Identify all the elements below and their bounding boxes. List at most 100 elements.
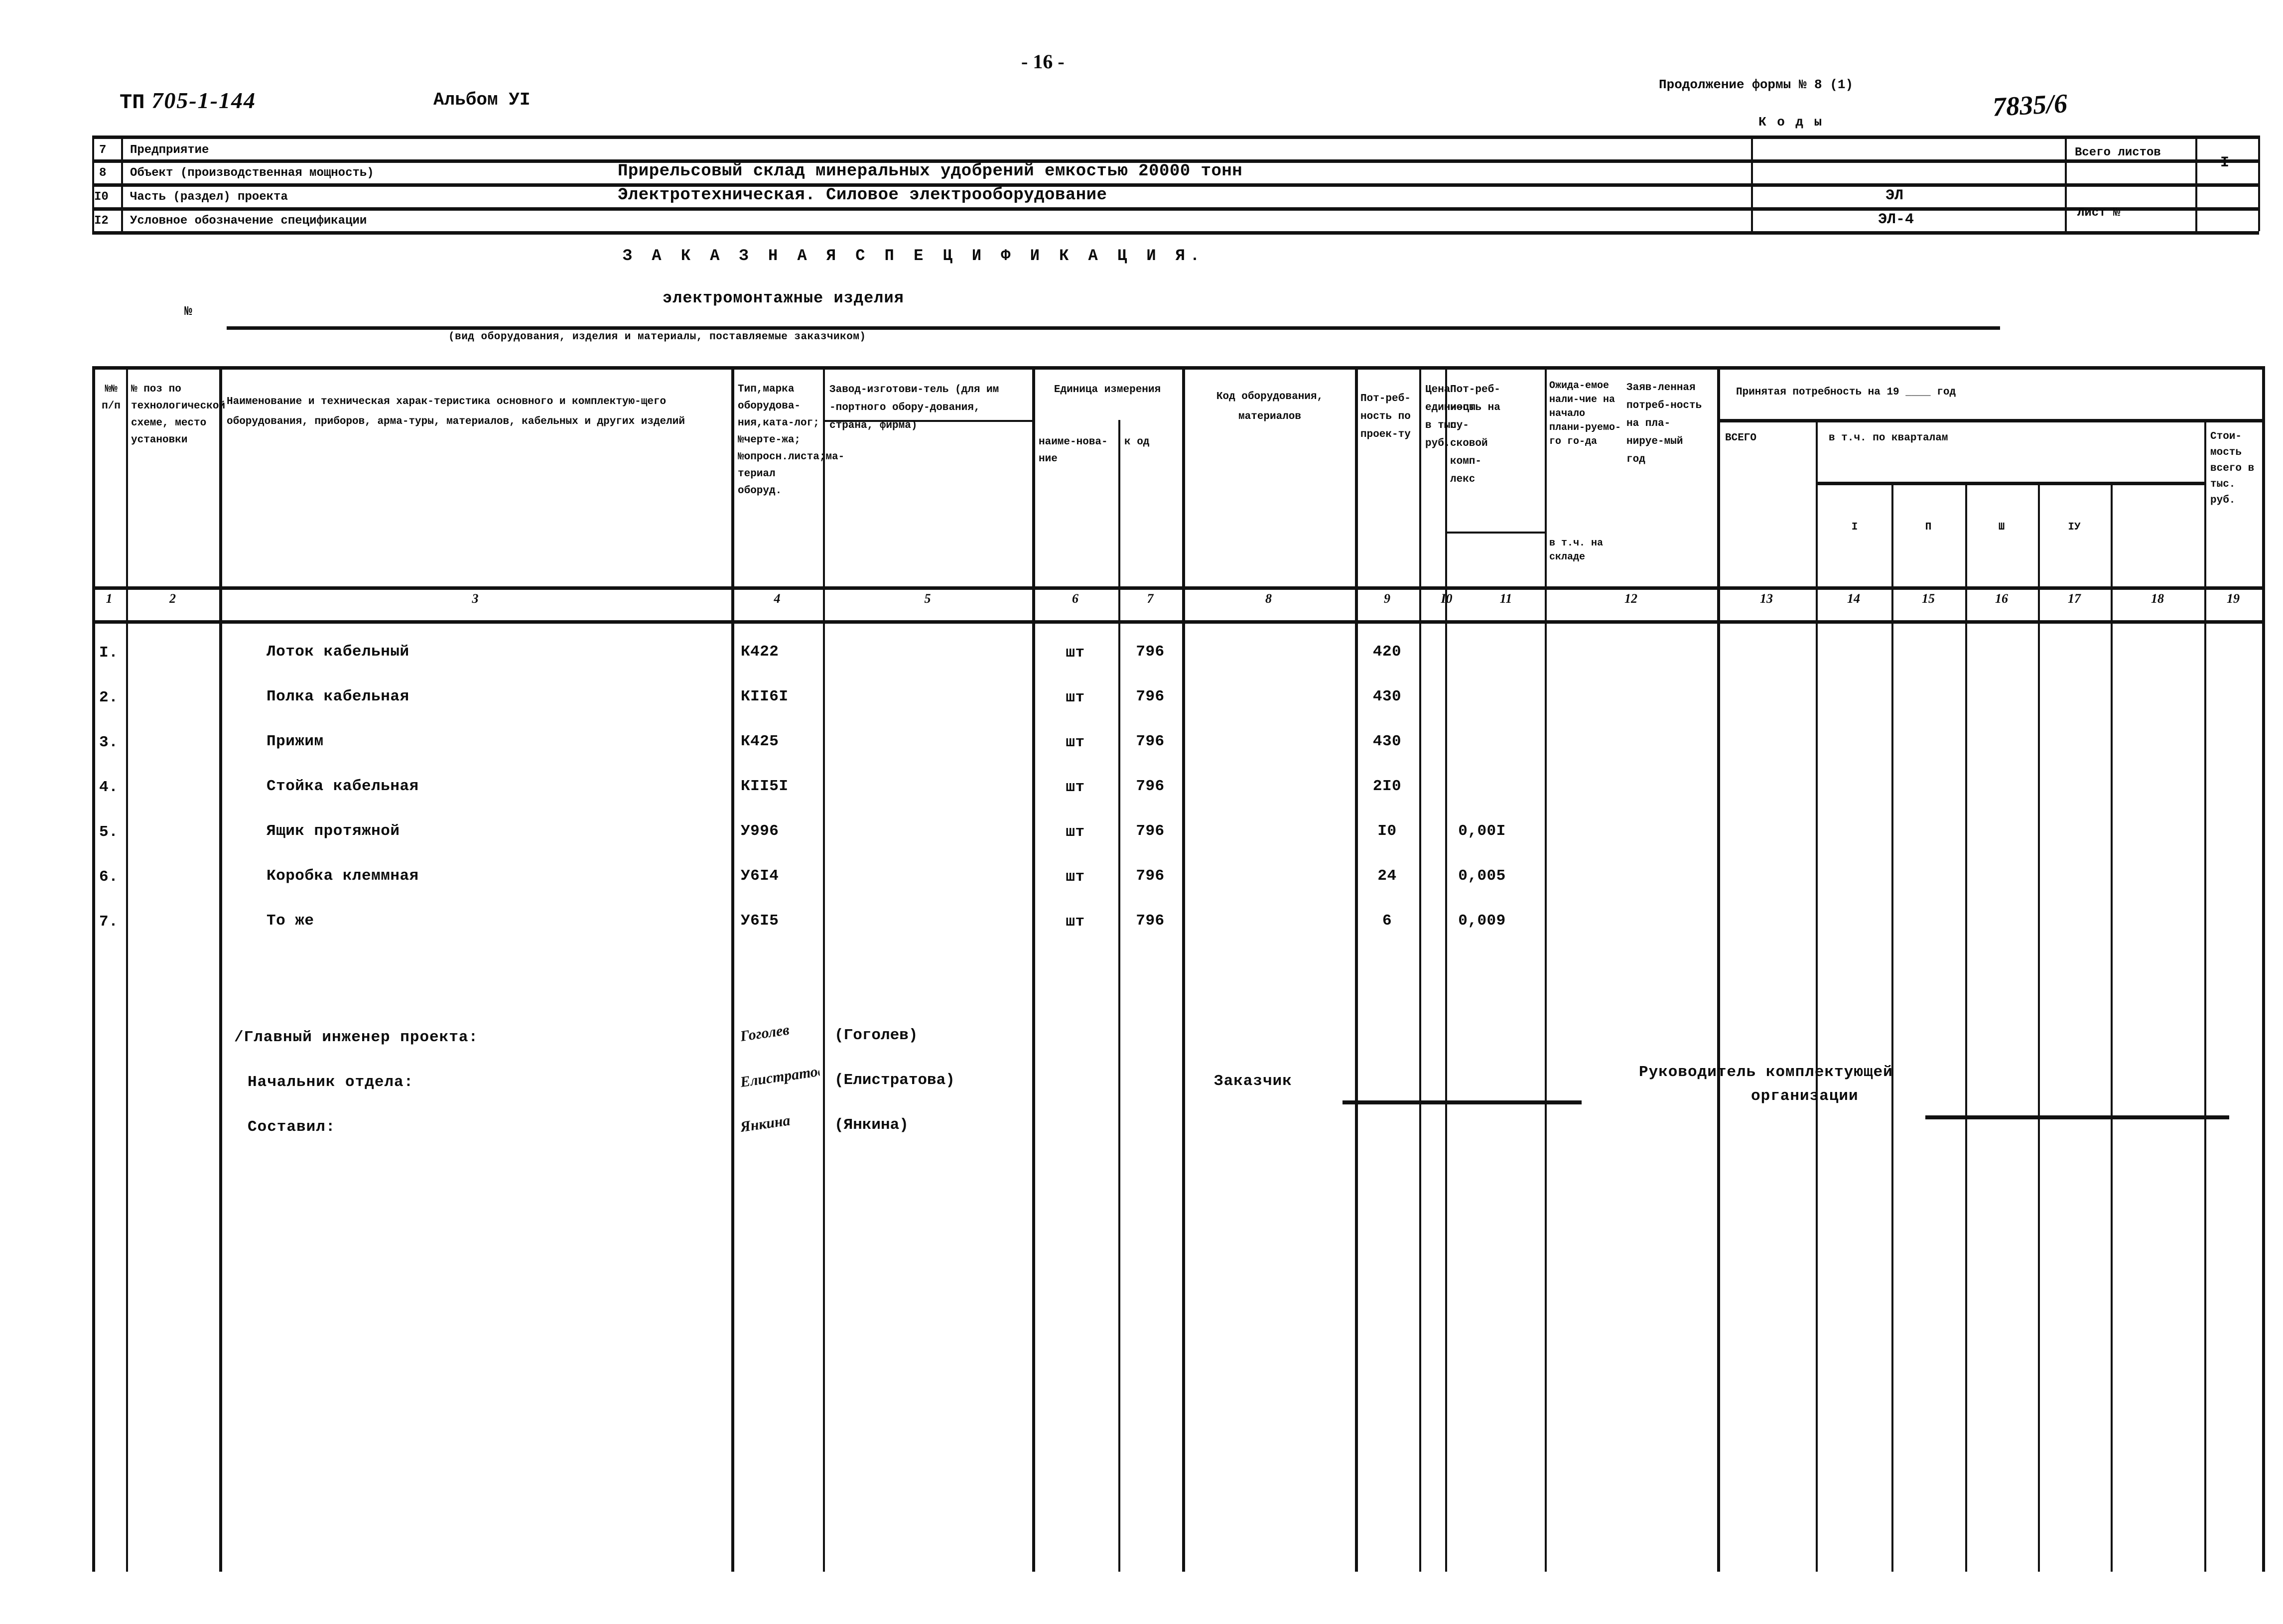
supplier-signature-line bbox=[1925, 1115, 2229, 1119]
table-row: Прижим bbox=[267, 733, 324, 750]
table-row: 0,00I bbox=[1458, 822, 1506, 840]
info-code-el-4: ЭЛ-4 bbox=[1878, 211, 1914, 228]
th-total-cost: Стои-мость всего в тыс. руб. bbox=[2210, 431, 2255, 506]
total-sheets-label-text: Всего листов bbox=[2075, 146, 2161, 159]
col-number: 15 bbox=[1922, 591, 1935, 606]
table-row: шт bbox=[1066, 734, 1085, 751]
table-row: У6I4 bbox=[741, 867, 779, 885]
th-accepted-total: ВСЕГО bbox=[1725, 432, 1757, 444]
col-number: 17 bbox=[2068, 591, 2081, 606]
table-row: К422 bbox=[741, 643, 779, 661]
form-continuation-label: Продолжение формы № 8 (1) bbox=[1659, 77, 1854, 92]
th-unit-name: наиме-нова-ние bbox=[1039, 436, 1108, 465]
number-sign-mark: № bbox=[184, 304, 192, 319]
customer-signature-label: Заказчик bbox=[1214, 1073, 1292, 1090]
table-row: шт bbox=[1066, 868, 1085, 886]
info-row-label-project-part: Часть (раздел) проекта bbox=[130, 190, 288, 204]
col-number: 9 bbox=[1384, 591, 1390, 606]
signature-name-department-head: (Елистратова) bbox=[834, 1072, 955, 1089]
table-row: шт bbox=[1066, 823, 1085, 841]
signature-name-chief-engineer: (Гоголев) bbox=[834, 1027, 918, 1044]
sheet-number-label: Лист № bbox=[2077, 206, 2121, 220]
th-expected-warehouse: в т.ч. на складе bbox=[1549, 538, 1604, 563]
customer-signature-line bbox=[1343, 1100, 1582, 1104]
col-number: 18 bbox=[2151, 591, 2164, 606]
info-row-number: I0 bbox=[94, 190, 109, 204]
signature-role-compiled-by: Составил: bbox=[248, 1118, 336, 1136]
table-row: 796 bbox=[1136, 912, 1165, 930]
col-number: 5 bbox=[924, 591, 931, 606]
table-row: 6 bbox=[1382, 912, 1392, 930]
table-row: шт bbox=[1066, 689, 1085, 706]
col-number: 4 bbox=[774, 591, 781, 606]
kody-label: К о д ы bbox=[1758, 115, 1824, 130]
col-number: 16 bbox=[1995, 591, 2008, 606]
table-row: Лоток кабельный bbox=[267, 643, 409, 661]
signature-mark-department-head: Елистратова bbox=[739, 1063, 822, 1091]
page-title: З А К А З Н А Я С П Е Ц И Ф И К А Ц И Я. bbox=[623, 247, 1205, 265]
equipment-kind-note: (вид оборудования, изделия и материалы, … bbox=[448, 331, 866, 343]
table-row: КII5I bbox=[741, 778, 789, 795]
supplier-signature-label-line1: Руководитель комплектующей bbox=[1639, 1064, 1893, 1081]
document-code-number: 705-1-144 bbox=[151, 88, 257, 113]
table-row: 24 bbox=[1377, 867, 1397, 885]
col-number: 2 bbox=[169, 591, 176, 606]
th-manufacturer: Завод-изготови-тель (для им -портного об… bbox=[829, 384, 999, 431]
table-row: 5. bbox=[99, 823, 119, 841]
th-item-number: №№ п/п bbox=[102, 384, 121, 412]
table-row: У996 bbox=[741, 822, 779, 840]
col-number: 6 bbox=[1072, 591, 1078, 606]
col-number: I0 bbox=[1441, 591, 1453, 606]
table-row: 2. bbox=[99, 689, 119, 706]
th-unit-of-measure: Единица измерения bbox=[1054, 384, 1161, 396]
th-startup-need: Пот-реб-ность на пу-сковой комп-лекс bbox=[1450, 384, 1500, 485]
col-number: 12 bbox=[1624, 591, 1637, 606]
table-row: 796 bbox=[1136, 822, 1165, 840]
table-row: 420 bbox=[1372, 643, 1402, 661]
table-row: 430 bbox=[1372, 688, 1402, 705]
info-row-number: 7 bbox=[99, 143, 107, 157]
info-row-number: 8 bbox=[99, 166, 107, 180]
col-number: 3 bbox=[472, 591, 479, 606]
col-number: 19 bbox=[2227, 591, 2240, 606]
table-row: шт bbox=[1066, 779, 1085, 796]
table-row: 0,009 bbox=[1458, 912, 1506, 930]
table-row: 4. bbox=[99, 779, 119, 796]
kody-value: 7835/6 bbox=[1992, 88, 2068, 122]
col-number: 14 bbox=[1847, 591, 1860, 606]
th-expected-stock: Ожида-емое нали-чие на начало плани-руем… bbox=[1549, 380, 1621, 447]
table-row: 796 bbox=[1136, 688, 1165, 705]
equipment-kind-title: электромонтажные изделия bbox=[663, 289, 904, 307]
table-row: Стойка кабельная bbox=[267, 778, 419, 795]
table-row: I. bbox=[99, 644, 119, 662]
info-row-number: I2 bbox=[94, 214, 109, 228]
col-number: 11 bbox=[1499, 591, 1512, 606]
signature-mark-compiled-by: Янкина bbox=[739, 1112, 792, 1136]
th-unit-code: к од bbox=[1124, 436, 1150, 448]
table-row: 796 bbox=[1136, 643, 1165, 661]
signature-mark-chief-engineer: Гоголев bbox=[739, 1021, 791, 1045]
table-row: Ящик протяжной bbox=[267, 822, 400, 840]
info-row-label-object: Объект (производственная мощность) bbox=[130, 166, 374, 180]
th-project-need: Пот-реб-ность по проек-ту bbox=[1360, 393, 1411, 440]
album-label: Альбом УI bbox=[433, 90, 531, 110]
col-number: 8 bbox=[1265, 591, 1272, 606]
info-code-el: ЭЛ bbox=[1885, 187, 1904, 204]
th-quarter-1: I bbox=[1851, 522, 1858, 533]
th-name-and-spec: Наименование и техническая харак-теристи… bbox=[227, 396, 685, 427]
th-position-number: № поз по технологической схеме, место ус… bbox=[131, 384, 226, 446]
order-specification-table: №№ п/п № поз по технологической схеме, м… bbox=[92, 366, 2265, 1572]
th-quarter-4: IУ bbox=[2068, 522, 2081, 533]
info-row-label-spec-designation: Условное обозначение спецификации bbox=[130, 214, 367, 228]
info-row-value-project-part: Электротехническая. Силовое электрообору… bbox=[618, 186, 1107, 205]
table-row: шт bbox=[1066, 644, 1085, 662]
table-row: 796 bbox=[1136, 867, 1165, 885]
table-row: КII6I bbox=[741, 688, 789, 705]
table-row: 7. bbox=[99, 913, 119, 931]
info-row-value-object: Прирельсовый склад минеральных удобрений… bbox=[618, 162, 1243, 181]
table-row: У6I5 bbox=[741, 912, 779, 930]
th-equipment-code: Код оборудования, материалов bbox=[1216, 391, 1324, 422]
total-sheets-value: I bbox=[2220, 154, 2230, 171]
th-by-quarters: в т.ч. по кварталам bbox=[1829, 432, 1948, 444]
table-row: То же bbox=[267, 912, 314, 930]
